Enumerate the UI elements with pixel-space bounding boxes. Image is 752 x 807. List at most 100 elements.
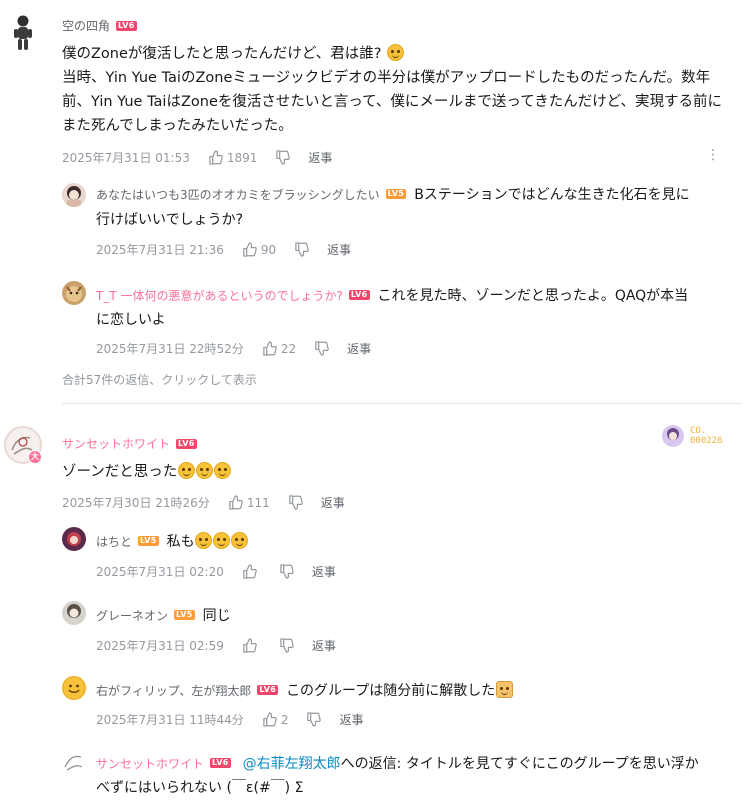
- like-button[interactable]: 90: [242, 242, 276, 257]
- level-badge: LV6: [348, 290, 370, 300]
- level-badge: LV5: [385, 189, 407, 199]
- reply-header: サンセットホワイト LV6 @右菲左翔太郎への返信: タイトルを見てすぐにこのグ…: [96, 753, 699, 773]
- fan-badge-label: CO.: [690, 426, 707, 436]
- like-count: 22: [280, 341, 297, 356]
- reply-meta: 2025年7月31日 02:20 返事: [96, 563, 336, 580]
- reply-header: あなたはいつも3匹のオオカミをブラッシングしたい LV5 Bステーションではどん…: [96, 184, 690, 204]
- laugh-emoji-icon: [213, 462, 231, 479]
- reply-header: 右がフィリップ、左が翔太郎 LV6 このグループは随分前に解散した: [96, 680, 513, 700]
- laugh-emoji-icon: [231, 532, 249, 549]
- like-button[interactable]: 1891: [208, 150, 258, 165]
- like-count: 90: [260, 242, 277, 257]
- reply-meta: 2025年7月31日 11時44分 2 返事: [96, 711, 363, 728]
- dislike-button[interactable]: [294, 242, 309, 257]
- like-count: 2: [280, 712, 289, 727]
- vip-badge-icon: 大: [28, 450, 42, 464]
- reply-username[interactable]: T_T 一体何の悪意があるというのでしょうか?: [96, 287, 343, 304]
- thumbs-down-icon: [280, 638, 294, 653]
- laugh-emoji-icon: [195, 532, 213, 549]
- thumbs-up-icon: [243, 242, 257, 257]
- reply-button[interactable]: 返事: [312, 637, 336, 654]
- comment-username: サンセットホワイト LV6: [62, 435, 197, 452]
- avatar[interactable]: [62, 527, 86, 551]
- avatar[interactable]: [8, 14, 38, 52]
- reply-meta: 2025年7月31日 22時52分 22 返事: [96, 340, 371, 357]
- avatar[interactable]: [62, 183, 86, 207]
- level-badge: LV5: [138, 536, 159, 546]
- doge-emoji-icon: [495, 681, 513, 698]
- like-button[interactable]: 2: [262, 712, 289, 727]
- reply-username[interactable]: 右がフィリップ、左が翔太郎: [96, 682, 251, 699]
- laugh-emoji-icon: [386, 44, 404, 61]
- mention-link[interactable]: @右菲左翔太郎: [243, 756, 341, 772]
- thumbs-up-icon: [243, 638, 257, 653]
- like-button[interactable]: 22: [262, 341, 296, 356]
- like-button[interactable]: [242, 638, 261, 653]
- reply-text-content: 私も: [166, 534, 195, 550]
- dislike-button[interactable]: [314, 341, 329, 356]
- reply-text-continued: 行けばいいでしょうか?: [96, 212, 244, 228]
- reply-header: T_T 一体何の悪意があるというのでしょうか? LV6 これを見た時、ゾーンだと…: [96, 285, 688, 305]
- avatar[interactable]: [62, 601, 86, 625]
- thumbs-up-icon: [229, 495, 243, 510]
- reply-header: グレーネオン LV5 同じ: [96, 605, 231, 625]
- fan-badge[interactable]: CO. 000226: [662, 425, 723, 447]
- reply-button[interactable]: 返事: [327, 241, 351, 258]
- laugh-emoji-icon: [177, 462, 195, 479]
- like-count: 111: [246, 495, 270, 510]
- fan-badge-text: CO. 000226: [690, 426, 723, 446]
- like-button[interactable]: 111: [228, 495, 270, 510]
- avatar[interactable]: [62, 281, 86, 305]
- fan-badge-avatar: [662, 425, 684, 447]
- comment-line: ゾーンだと思った: [62, 464, 178, 480]
- username-text[interactable]: サンセットホワイト: [62, 435, 170, 452]
- comment-time: 2025年7月30日 21時26分: [62, 496, 210, 510]
- like-button[interactable]: [242, 564, 261, 579]
- reply-text: このグループは随分前に解散した: [286, 680, 513, 700]
- dislike-button[interactable]: [306, 712, 322, 727]
- comment-username[interactable]: 空の四角 LV6: [62, 17, 137, 34]
- view-more-replies-link[interactable]: 合計57件の返信、クリックして表示: [62, 371, 257, 388]
- reply-button[interactable]: 返事: [347, 340, 371, 357]
- reply-text: 私も: [167, 531, 249, 551]
- reply-time: 2025年7月31日 02:20: [96, 565, 224, 579]
- thumbs-down-icon: [307, 712, 322, 727]
- reply-button[interactable]: 返事: [312, 563, 336, 580]
- reply-text-content: このグループは随分前に解散した: [286, 683, 496, 699]
- thumbs-up-icon: [243, 564, 257, 579]
- reply-text-content: タイトルを見てすぐにこのグループを思い浮か: [405, 756, 699, 772]
- dislike-button[interactable]: [279, 564, 294, 579]
- dislike-button[interactable]: [279, 638, 294, 653]
- like-count: 1891: [226, 150, 258, 165]
- reply-text-continued: に恋しいよ: [96, 312, 166, 328]
- reply-button[interactable]: 返事: [339, 711, 363, 728]
- comment-line: 当時、Yin Yue TaiのZoneミュージックビデオの半分は僕がアップロード…: [62, 70, 711, 86]
- reply-time: 2025年7月31日 22時52分: [96, 342, 244, 356]
- dislike-button[interactable]: [275, 150, 291, 165]
- reply-username[interactable]: はちと: [96, 533, 132, 550]
- dislike-button[interactable]: [288, 495, 303, 510]
- reply-text: Bステーションではどんな生きた化石を見に: [414, 187, 690, 203]
- comment-text: ゾーンだと思った: [62, 460, 231, 484]
- avatar[interactable]: [62, 750, 86, 774]
- avatar[interactable]: [62, 676, 86, 700]
- comment-text: 僕のZoneが復活したと思ったんだけど、君は誰? 当時、Yin Yue Taiの…: [62, 42, 742, 138]
- reply-button[interactable]: 返事: [321, 494, 345, 511]
- level-badge: LV6: [257, 685, 279, 695]
- comment-meta: 2025年7月30日 21時26分 111 返事: [62, 494, 345, 511]
- reply-text-continued: べずにはいられない (￣ε(#￣) Σ: [96, 780, 304, 796]
- laugh-emoji-icon: [195, 462, 213, 479]
- reply-username[interactable]: サンセットホワイト: [96, 755, 204, 772]
- thumbs-down-icon: [276, 150, 291, 165]
- thumbs-up-icon: [209, 150, 223, 165]
- reply-button[interactable]: 返事: [308, 149, 332, 166]
- reply-username[interactable]: あなたはいつも3匹のオオカミをブラッシングしたい: [96, 186, 380, 203]
- reply-meta: 2025年7月31日 02:59 返事: [96, 637, 336, 654]
- thumbs-down-icon: [315, 341, 329, 356]
- thumbs-up-icon: [263, 341, 277, 356]
- more-options-icon[interactable]: ⋮: [706, 147, 720, 163]
- reply-username[interactable]: グレーネオン: [96, 607, 168, 624]
- comment-line: 前、Yin Yue TaiはZoneを復活させたいと言って、僕にメールまで送って…: [62, 94, 723, 110]
- comment-meta: 2025年7月31日 01:53 1891 返事: [62, 149, 332, 166]
- username-text[interactable]: 空の四角: [62, 17, 110, 34]
